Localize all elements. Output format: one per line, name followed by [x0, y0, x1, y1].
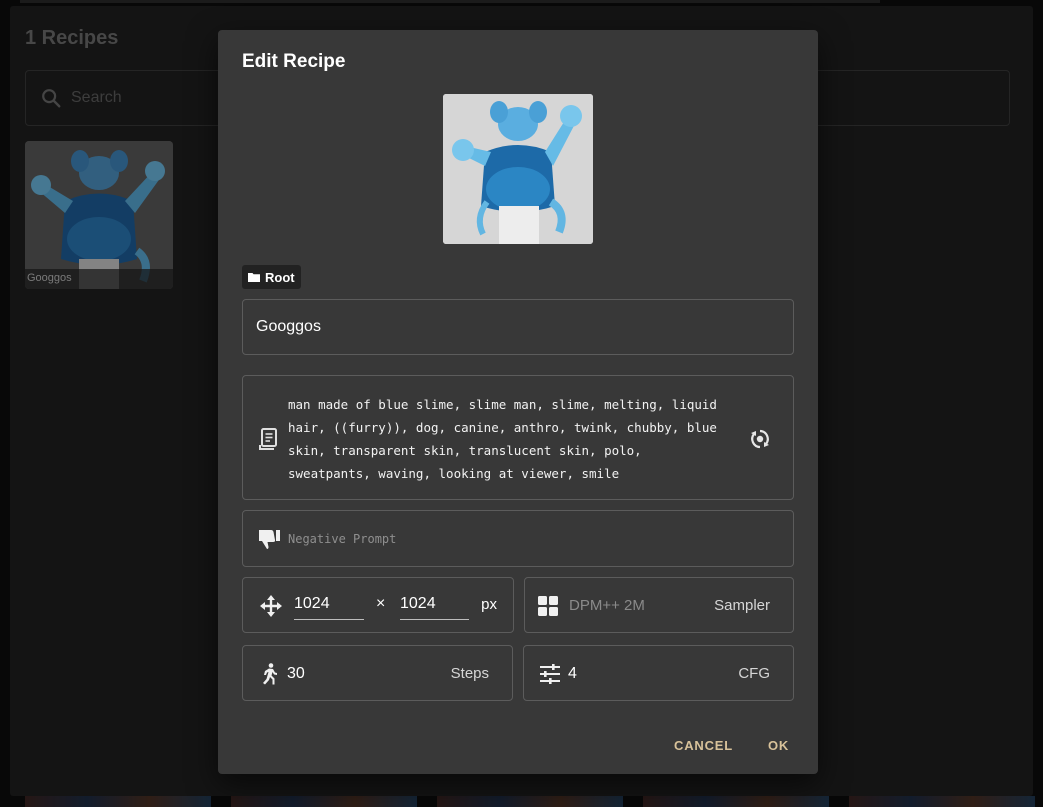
preview-illustration: [443, 94, 593, 244]
negative-prompt-field[interactable]: Negative Prompt: [242, 510, 794, 567]
thumbs-down-icon: [259, 530, 280, 549]
negative-prompt-placeholder: Negative Prompt: [288, 532, 397, 546]
folder-icon: [248, 273, 260, 282]
sampler-label: Sampler: [714, 597, 770, 614]
tune-sliders-icon: [540, 664, 560, 684]
prompt-scroll-icon: [259, 428, 277, 450]
folder-chip-label: Root: [265, 269, 295, 285]
recipe-name-field[interactable]: Googgos: [242, 299, 794, 355]
cfg-value: 4: [568, 665, 577, 682]
cfg-label: CFG: [738, 665, 770, 682]
ok-button[interactable]: OK: [768, 738, 789, 753]
steps-label: Steps: [450, 665, 489, 682]
edit-recipe-dialog: Edit Recipe Root Googgos man made of blu…: [218, 30, 818, 774]
sampler-value: DPM++ 2M: [569, 597, 645, 614]
move-arrows-icon: [260, 595, 282, 617]
steps-value: 30: [287, 665, 305, 682]
size-unit-label: px: [481, 596, 497, 613]
size-separator: ×: [376, 595, 386, 612]
recipe-name-value: Googgos: [256, 318, 321, 335]
steps-field[interactable]: 30 Steps: [242, 645, 513, 701]
width-input[interactable]: 1024: [294, 592, 364, 620]
folder-chip[interactable]: Root: [242, 265, 301, 289]
sampler-select[interactable]: DPM++ 2M Sampler: [524, 577, 794, 633]
grid-icon: [538, 596, 558, 616]
recipe-preview-image[interactable]: [443, 94, 593, 244]
running-person-icon: [263, 663, 277, 685]
dialog-title: Edit Recipe: [242, 51, 346, 72]
regenerate-icon[interactable]: [749, 428, 771, 450]
prompt-field[interactable]: man made of blue slime, slime man, slime…: [242, 375, 794, 500]
cfg-field[interactable]: 4 CFG: [523, 645, 794, 701]
cancel-button[interactable]: CANCEL: [674, 738, 733, 753]
size-field: 1024 × 1024 px: [242, 577, 514, 633]
prompt-text: man made of blue slime, slime man, slime…: [288, 397, 717, 481]
height-input[interactable]: 1024: [400, 592, 469, 620]
